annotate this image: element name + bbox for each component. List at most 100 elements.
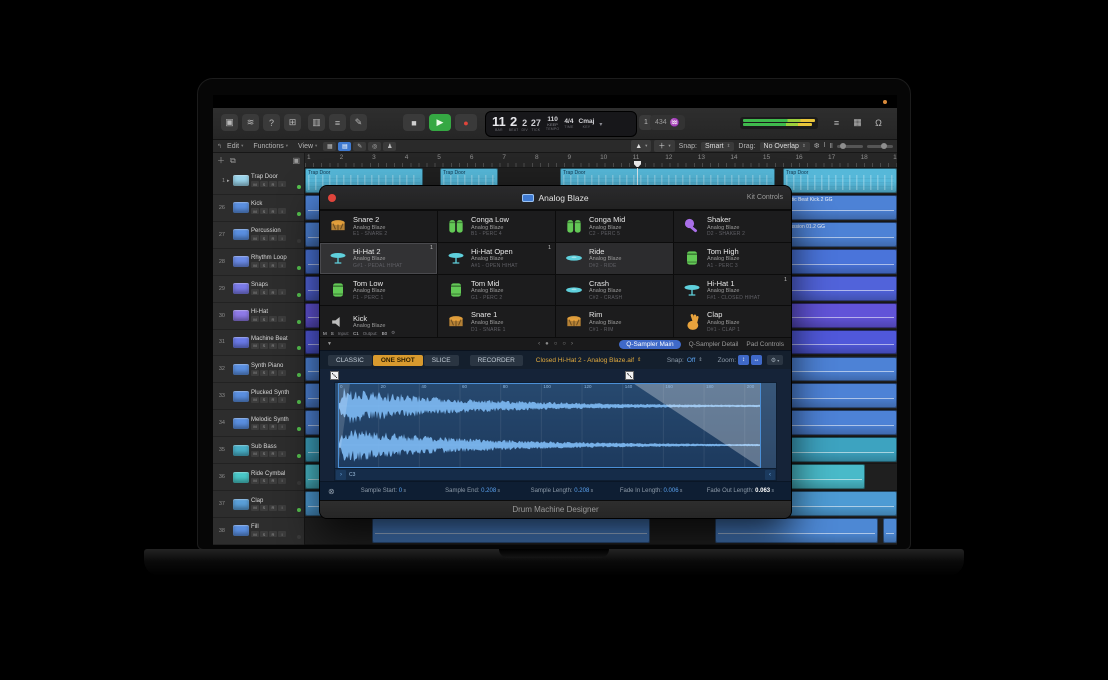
track-row-synth-piano[interactable]: 32Synth PianoMSRI [213, 356, 304, 383]
m-button[interactable]: M [251, 181, 259, 187]
loop-browser-icon[interactable]: Ω [870, 114, 887, 131]
region[interactable] [777, 383, 897, 408]
i-button[interactable]: I [278, 316, 286, 322]
menu-functions[interactable]: Functions▾ [248, 143, 293, 150]
m-button[interactable]: M [251, 424, 259, 430]
r-button[interactable]: R [269, 235, 277, 241]
view-button-2[interactable]: ✎ [353, 142, 366, 151]
view-button-1[interactable]: ▤ [338, 142, 351, 151]
r-button[interactable]: R [269, 531, 277, 537]
pad-output-value[interactable]: B0 [382, 331, 388, 336]
s-button[interactable]: S [260, 181, 268, 187]
inspector-icon[interactable]: ≋ [242, 114, 259, 131]
r-button[interactable]: R [269, 370, 277, 376]
r-button[interactable]: R [269, 478, 277, 484]
list-editors-icon[interactable]: ≡ [828, 114, 845, 131]
waveform-display[interactable]: 020406080100120140160180200 › C3 ‹ [320, 369, 791, 481]
s-button[interactable]: S [260, 208, 268, 214]
pad-conga-low[interactable]: Conga LowAnalog BlazeB1 - PERC 4 [438, 211, 555, 242]
pad-hi-hat-1[interactable]: Hi-Hat 1Analog BlazeF#1 - CLOSED HIHAT1 [674, 275, 791, 306]
horizontal-zoom-slider[interactable] [867, 145, 893, 148]
pager-dot-2[interactable]: ○ [562, 341, 566, 347]
track-disclosure-icon[interactable]: ▸ [227, 178, 231, 184]
s-button[interactable]: S [260, 370, 268, 376]
region[interactable] [883, 518, 897, 543]
region[interactable]: Aquatic Beat Kick.2 GG [777, 195, 897, 220]
mixer-icon[interactable]: ≡ [329, 114, 346, 131]
m-button[interactable]: M [251, 262, 259, 268]
clear-sample-icon[interactable]: ⊗ [328, 487, 335, 496]
i-button[interactable]: I [278, 478, 286, 484]
scroll-right-icon[interactable]: ‹ [765, 470, 775, 480]
m-button[interactable]: M [251, 316, 259, 322]
region[interactable] [777, 303, 897, 328]
track-row-plucked-synth[interactable]: 33Plucked SynthMSRI [213, 383, 304, 410]
region[interactable] [777, 249, 897, 274]
view-button-3[interactable]: ◎ [368, 142, 381, 151]
mode-one-shot[interactable]: ONE SHOT [373, 355, 423, 366]
pad-solo-button[interactable]: S [331, 331, 334, 336]
pad-mute-button[interactable]: M [323, 331, 327, 336]
pad-snare-2[interactable]: Snare 2Analog BlazeE1 - SNARE 2 [320, 211, 437, 242]
s-button[interactable]: S [260, 343, 268, 349]
mode-classic[interactable]: CLASSIC [328, 355, 372, 366]
s-button[interactable]: S [260, 505, 268, 511]
m-button[interactable]: M [251, 289, 259, 295]
lcd-chevron-icon[interactable]: ▾ [599, 121, 602, 128]
m-button[interactable]: M [251, 451, 259, 457]
menu-edit[interactable]: Edit▾ [222, 143, 248, 150]
menubar-icon-0[interactable]: ❆ [814, 142, 820, 150]
pad-menu-icon[interactable]: ▼ [327, 341, 332, 347]
i-button[interactable]: I [278, 343, 286, 349]
region[interactable] [777, 491, 897, 516]
keyboard-strip[interactable]: › C3 ‹ [334, 469, 777, 481]
scroll-left-icon[interactable]: › [336, 470, 346, 480]
bar-ruler[interactable]: 12345678910111213141516171819 [305, 153, 897, 168]
duplicate-track-button[interactable]: ⧉ [230, 156, 236, 166]
info-sample-length[interactable]: Sample Length: 0.208 s [519, 488, 604, 494]
tool-menu-1[interactable]: ＋▾ [654, 140, 674, 152]
menubar-icon-2[interactable]: Ⅱ [830, 142, 833, 150]
i-button[interactable]: I [278, 531, 286, 537]
region[interactable] [777, 437, 897, 462]
i-button[interactable]: I [278, 181, 286, 187]
pad-rim[interactable]: RimAnalog BlazeC#1 - RIM [556, 306, 673, 337]
i-button[interactable]: I [278, 208, 286, 214]
pad-clap[interactable]: ClapAnalog BlazeD#1 - CLAP 1 [674, 306, 791, 337]
sample-file-select[interactable]: Closed Hi-Hat 2 - Analog Blaze.aif⇕ [536, 357, 641, 364]
region[interactable] [777, 410, 897, 435]
wave-snap-control[interactable]: Snap:Off⇕ [667, 357, 703, 364]
menu-view[interactable]: View▾ [293, 143, 322, 150]
pad-tom-mid[interactable]: Tom MidAnalog BlazeG1 - PERC 2 [438, 275, 555, 306]
r-button[interactable]: R [269, 181, 277, 187]
toolbar-icon[interactable]: ⊞ [284, 114, 301, 131]
smart-controls-icon[interactable]: ▥ [308, 114, 325, 131]
zoom-vertical-icon[interactable]: ↕ [738, 355, 749, 365]
r-button[interactable]: R [269, 343, 277, 349]
pad-kick[interactable]: KickAnalog BlazeMSInput:C1Output:B0⚙ [320, 306, 437, 337]
s-button[interactable]: S [260, 289, 268, 295]
fade-in-handle[interactable] [330, 371, 339, 380]
s-button[interactable]: S [260, 262, 268, 268]
dmd-title-bar[interactable]: Analog Blaze Kit Controls [320, 186, 791, 210]
pad-snare-1[interactable]: Snare 1Analog BlazeD1 - SNARE 1 [438, 306, 555, 337]
m-button[interactable]: M [251, 235, 259, 241]
pad-ride[interactable]: RideAnalog BlazeD#2 - RIDE [556, 243, 673, 274]
m-button[interactable]: M [251, 370, 259, 376]
track-row-hi-hat[interactable]: 30Hi-HatMSRI [213, 303, 304, 330]
info-sample-start[interactable]: Sample Start: 0 s [341, 488, 426, 494]
recorder-button[interactable]: RECORDER [470, 355, 523, 366]
info-fade-out-length[interactable]: Fade Out Length: 0.063 s [698, 488, 783, 494]
pad-conga-mid[interactable]: Conga MidAnalog BlazeC2 - PERC 5 [556, 211, 673, 242]
view-button-0[interactable]: ▦ [323, 142, 336, 151]
add-track-button[interactable]: ＋ [217, 155, 225, 166]
mode-slice[interactable]: SLICE [424, 355, 459, 366]
pad-tom-low[interactable]: Tom LowAnalog BlazeF1 - PERC 1 [320, 275, 437, 306]
info-fade-in-length[interactable]: Fade In Length: 0.006 s [609, 488, 694, 494]
lcd-display[interactable]: 11BAR 2BEAT 2DIV 27TICK 110KEEPTEMPO 4/4… [485, 111, 637, 137]
pager-prev-icon[interactable]: ‹ [538, 341, 540, 347]
track-row-snaps[interactable]: 29SnapsMSRI [213, 276, 304, 303]
m-button[interactable]: M [251, 478, 259, 484]
s-button[interactable]: S [260, 235, 268, 241]
pager-dot-0[interactable]: ● [545, 341, 549, 347]
